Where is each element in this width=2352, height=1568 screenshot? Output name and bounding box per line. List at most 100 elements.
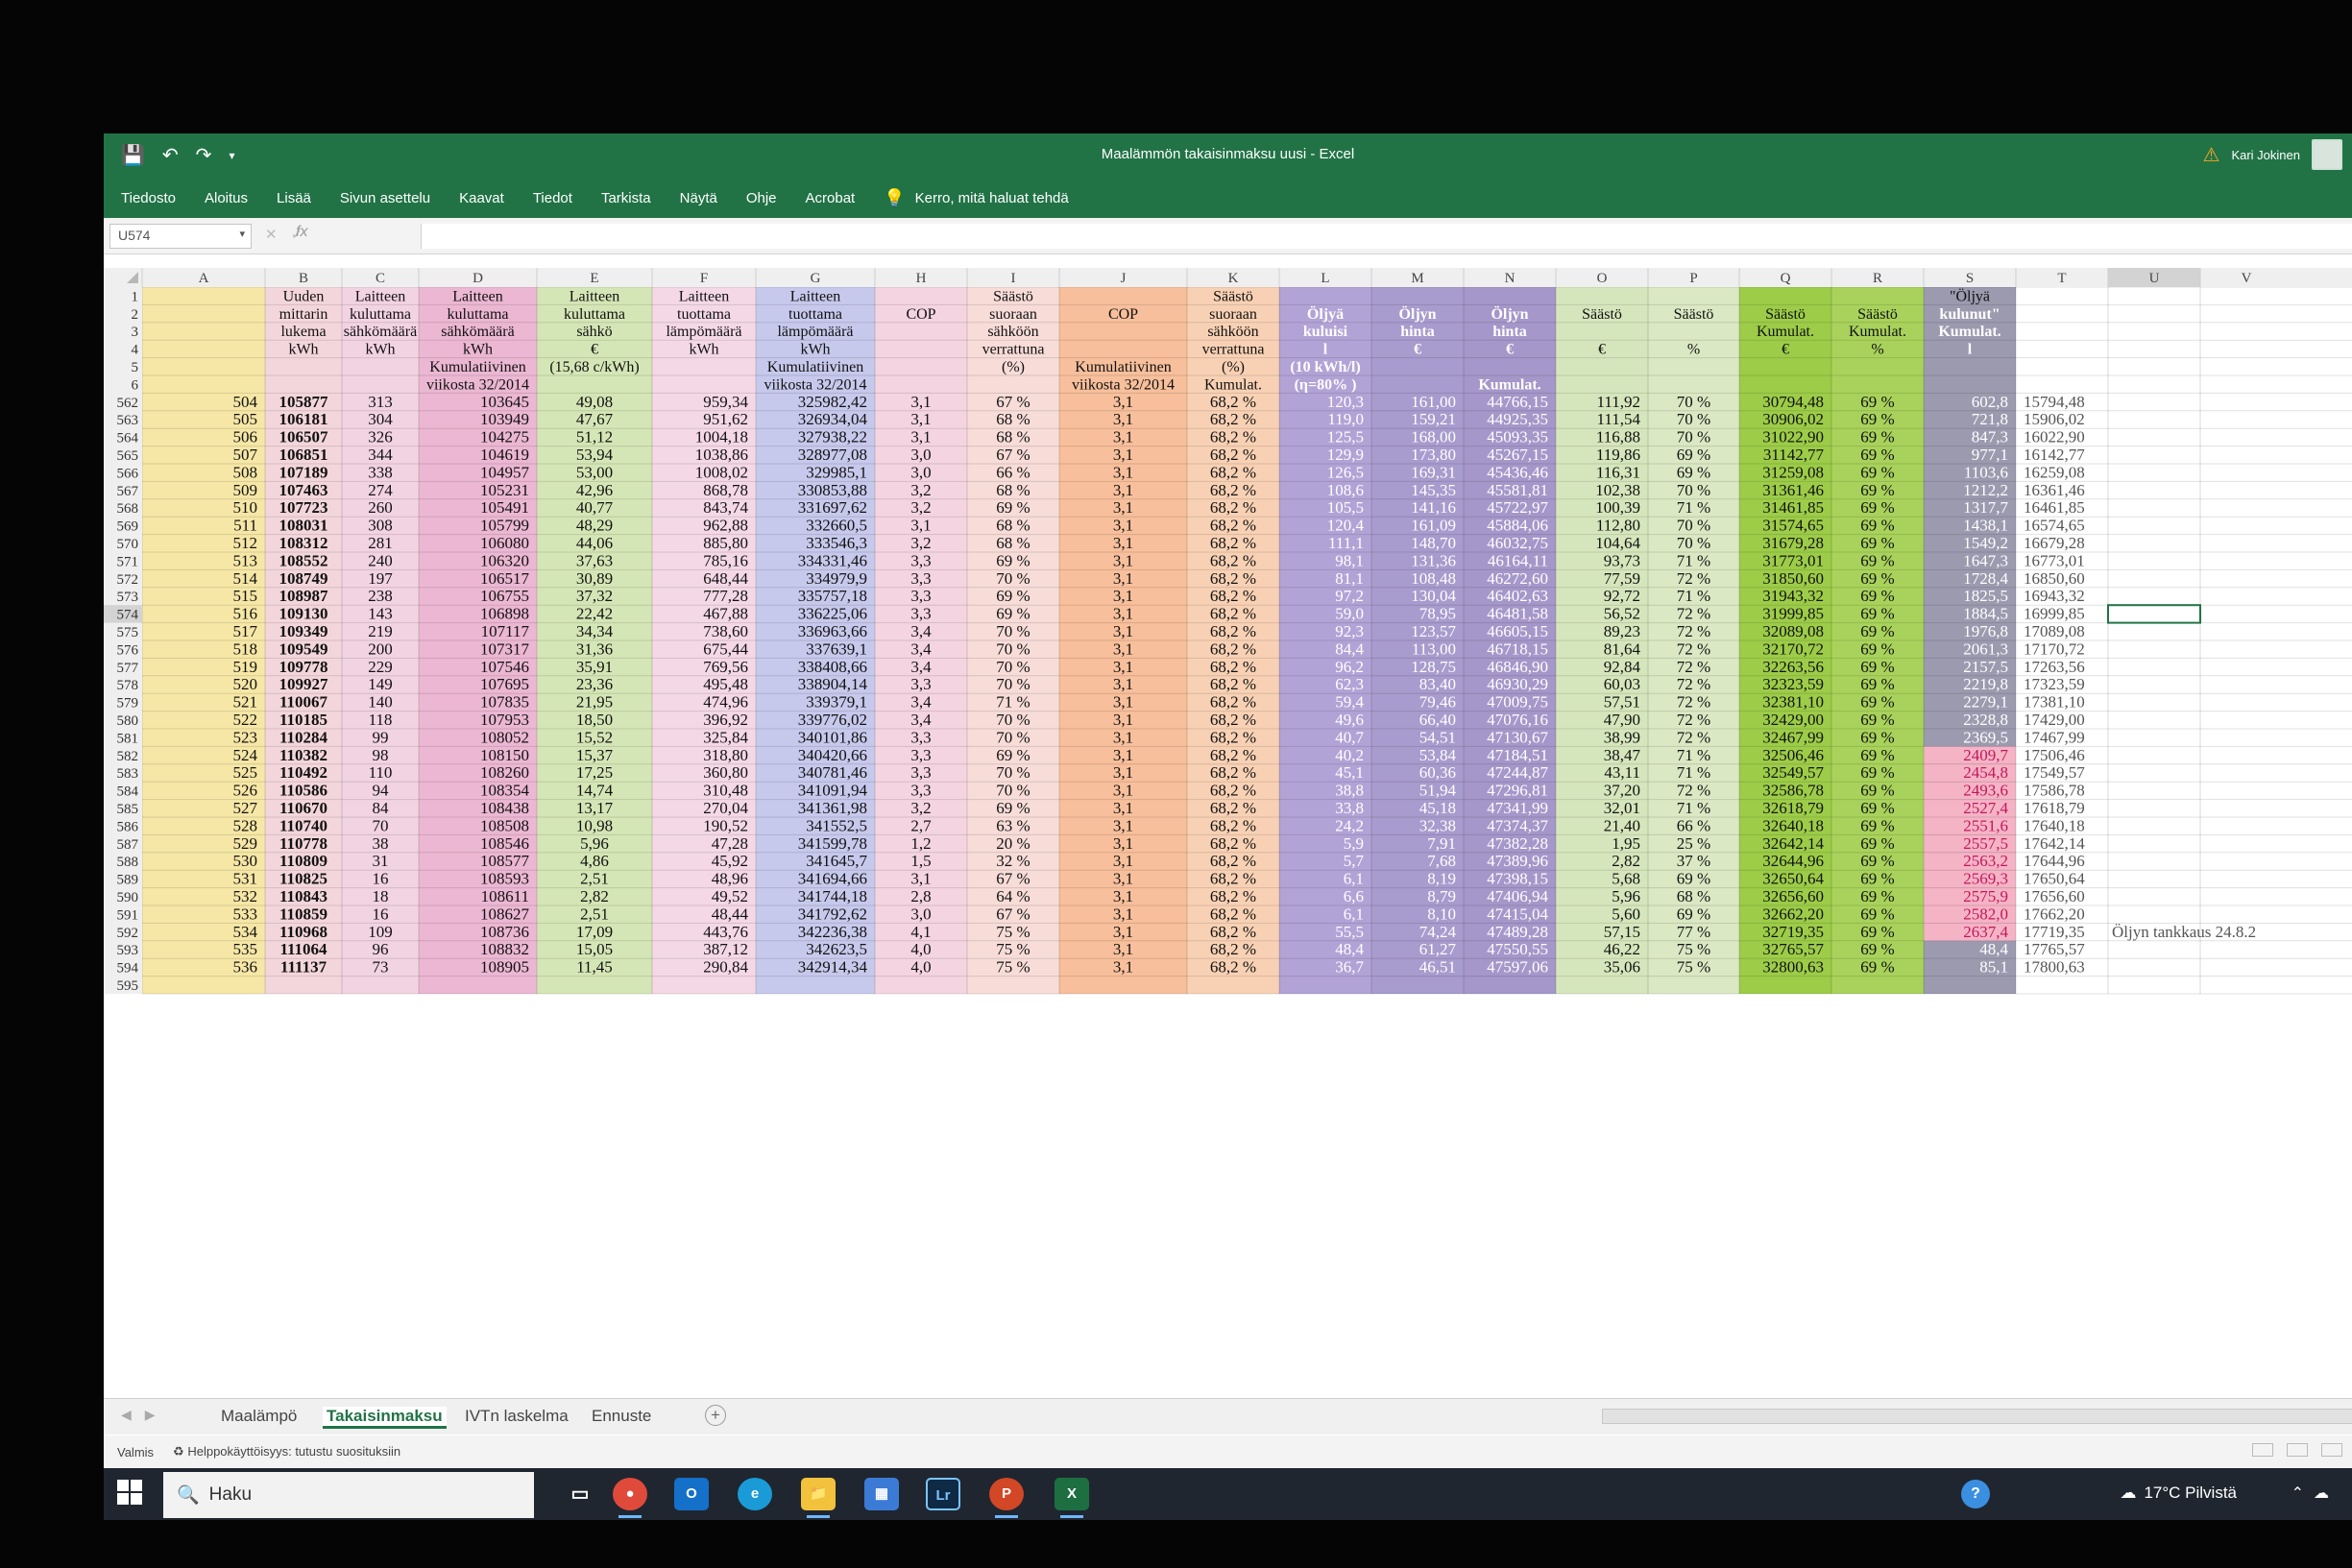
normal-view-icon[interactable] [2252, 1443, 2273, 1457]
tab-ohje[interactable]: Ohje [746, 190, 777, 206]
cell-o: 38,47 [1604, 746, 1641, 764]
cell-j: 3,1 [1113, 799, 1133, 817]
sheet-nav-arrows[interactable]: ◀▶ [121, 1407, 169, 1423]
excel-icon[interactable]: X [1055, 1478, 1089, 1518]
cell-k: 68,2 % [1210, 658, 1256, 676]
cell-t: 17089,08 [2024, 622, 2085, 640]
name-box[interactable]: U574 ▾ [109, 224, 252, 249]
row-header: 593 [117, 943, 139, 958]
cell-j: 3,1 [1113, 446, 1133, 464]
cell-g: 341694,66 [798, 870, 867, 888]
cell-d: 107695 [480, 675, 529, 693]
cell-f: 648,44 [703, 569, 748, 588]
tab-tiedot[interactable]: Tiedot [533, 190, 572, 206]
cell-s: 2279,1 [1963, 693, 2008, 712]
sheet-tab-ivtn-laskelma[interactable]: IVTn laskelma [465, 1407, 569, 1426]
cell-m: 7,91 [1427, 834, 1456, 853]
avatar[interactable] [2312, 139, 2342, 170]
sheet-tab-ennuste[interactable]: Ennuste [592, 1407, 651, 1426]
row-header: 580 [117, 713, 139, 729]
cell-n: 47382,28 [1487, 834, 1548, 853]
page-layout-view-icon[interactable] [2287, 1443, 2308, 1457]
horizontal-scrollbar[interactable] [1602, 1409, 2352, 1424]
cell-h: 3,3 [910, 675, 931, 693]
cell-a: 509 [233, 481, 258, 499]
powerpoint-icon[interactable]: P [989, 1478, 1024, 1518]
column-header-l: L [1321, 271, 1329, 286]
warning-icon[interactable]: ⚠ [2203, 143, 2220, 167]
cell-t: 15794,48 [2024, 393, 2085, 411]
cell-c: 326 [368, 428, 393, 446]
cell-e: 42,96 [576, 481, 613, 499]
spreadsheet-grid[interactable]: A B C D E F G H I J K L M N O P Q R S T U V 1 2 3 4 5 6 562 563 564 565… [104, 268, 2352, 1520]
cell-e: 10,98 [576, 816, 613, 834]
cell-m: 145,35 [1411, 481, 1456, 499]
header-cell-g: Laitteen [790, 288, 840, 304]
cell-j: 3,1 [1113, 481, 1133, 499]
cell-t: 17506,46 [2024, 746, 2085, 764]
tab-sivun-asettelu[interactable]: Sivun asettelu [340, 190, 430, 206]
cell-n: 47244,87 [1487, 763, 1548, 782]
header-cell-q: Kumulat. [1757, 324, 1814, 340]
header-cell-f: kWh [689, 342, 718, 358]
edge-icon[interactable]: e [738, 1478, 772, 1510]
cell-k: 68,2 % [1210, 923, 1256, 941]
cell-n: 47415,04 [1487, 905, 1548, 923]
lightroom-icon[interactable]: Lr [926, 1478, 960, 1510]
cell-f: 467,88 [703, 605, 748, 623]
add-sheet-button[interactable]: + [705, 1405, 726, 1426]
microsoft-store-icon[interactable]: ▦ [864, 1478, 899, 1510]
cell-t: 16574,65 [2024, 517, 2085, 535]
accessibility-status[interactable]: ♻ Helppokäyttöisyys: tutustu suosituksii… [173, 1444, 400, 1459]
cell-h: 3,0 [910, 905, 931, 923]
file-explorer-icon[interactable]: 📁 [801, 1478, 836, 1518]
cell-p: 69 % [1677, 463, 1710, 481]
page-break-view-icon[interactable] [2321, 1443, 2342, 1457]
system-tray[interactable]: ⌃☁ [2291, 1484, 2339, 1503]
chrome-icon[interactable]: ● [613, 1478, 647, 1518]
tab-nayta[interactable]: Näytä [680, 190, 717, 206]
cell-s: 85,1 [1979, 958, 2008, 977]
cell-h: 3,3 [910, 728, 931, 746]
fx-button[interactable]: fx [296, 224, 307, 241]
cell-o: 92,72 [1604, 587, 1640, 605]
taskbar-search[interactable]: 🔍 Haku [163, 1472, 534, 1518]
cell-l: 62,3 [1335, 675, 1364, 693]
formula-input[interactable] [421, 224, 2352, 249]
search-placeholder: Haku [208, 1484, 253, 1505]
outlook-icon[interactable]: O [674, 1478, 709, 1510]
tell-me-search[interactable]: 💡 Kerro, mitä haluat tehdä [884, 188, 1069, 208]
tab-kaavat[interactable]: Kaavat [459, 190, 504, 206]
tab-tiedosto[interactable]: Tiedosto [121, 190, 176, 206]
cell-n: 47184,51 [1487, 746, 1548, 764]
cell-n: 47130,67 [1487, 728, 1548, 746]
windows-start-icon[interactable] [117, 1480, 144, 1507]
chevron-down-icon[interactable]: ▾ [239, 228, 245, 240]
task-view-icon[interactable]: ▭ [563, 1478, 597, 1510]
sheet-tab-maalampo[interactable]: Maalämpö [221, 1407, 297, 1426]
sheet-tab-takaisinmaksu[interactable]: Takaisinmaksu [323, 1407, 447, 1429]
header-cell-b: mittarin [279, 306, 328, 323]
header-cell-m: Öljyn [1398, 305, 1436, 323]
tab-lisaa[interactable]: Lisää [277, 190, 311, 206]
cell-m: 141,16 [1411, 498, 1456, 517]
tab-acrobat[interactable]: Acrobat [806, 190, 856, 206]
cell-k: 68,2 % [1210, 605, 1256, 623]
cell-n: 46846,90 [1487, 658, 1548, 676]
cell-t: 16361,46 [2024, 481, 2085, 499]
cell-a: 523 [233, 728, 258, 746]
tab-tarkista[interactable]: Tarkista [601, 190, 651, 206]
cell-n: 46930,29 [1487, 675, 1548, 693]
weather-widget[interactable]: ☁ 17°C Pilvistä [2120, 1484, 2237, 1503]
cell-t: 17467,99 [2024, 728, 2085, 746]
help-icon[interactable]: ? [1961, 1480, 1990, 1508]
header-cell-e: € [591, 342, 598, 358]
cell-i: 69 % [996, 551, 1030, 569]
cell-m: 8,19 [1427, 870, 1456, 888]
cell-d: 108052 [480, 728, 529, 746]
user-name[interactable]: Kari Jokinen [2231, 148, 2300, 162]
tab-aloitus[interactable]: Aloitus [205, 190, 248, 206]
cell-t: 15906,02 [2024, 410, 2085, 428]
grid-canvas[interactable]: A B C D E F G H I J K L M N O P Q R S T U V 1 2 3 4 5 6 562 563 564 565… [104, 268, 2352, 1520]
cell-j: 3,1 [1113, 639, 1133, 658]
